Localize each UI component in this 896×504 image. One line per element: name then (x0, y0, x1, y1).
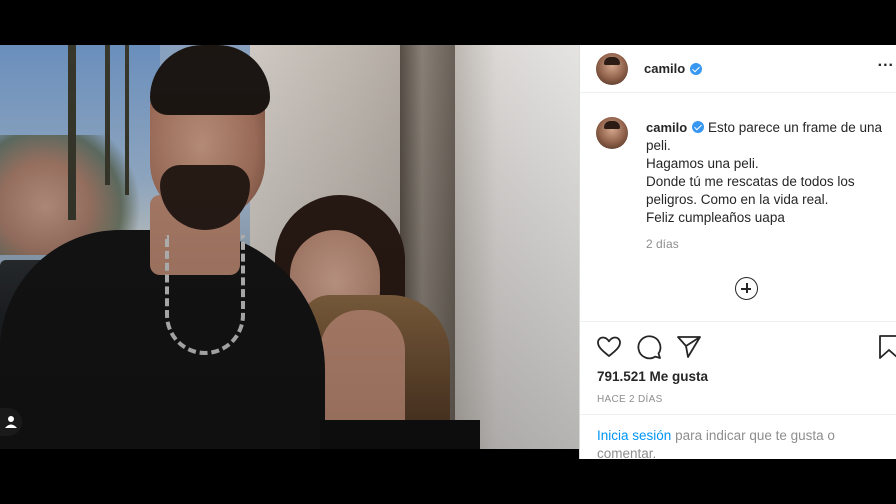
avatar[interactable] (596, 52, 628, 85)
post-photo[interactable] (0, 45, 579, 449)
post-timestamp: HACE 2 DÍAS (597, 394, 663, 405)
more-options-icon[interactable]: ... (878, 53, 894, 71)
caption-line: Hagamos una peli. (646, 156, 759, 171)
caption-text: camilo Esto parece un frame de una peli.… (646, 119, 896, 227)
bookmark-icon[interactable] (876, 334, 896, 360)
heart-icon[interactable] (596, 334, 622, 360)
caption-line: Donde tú me rescatas de todos los (646, 174, 855, 189)
post-header: camilo ... (580, 45, 896, 93)
caption-line: Feliz cumpleaños uapa (646, 210, 785, 225)
verified-icon (690, 62, 703, 75)
like-count[interactable]: 791.521 Me gusta (597, 369, 708, 384)
comment-icon[interactable] (636, 334, 662, 360)
action-icons (596, 334, 896, 362)
caption-line: peli. (646, 138, 671, 153)
letterbox-top (0, 0, 896, 45)
share-icon[interactable] (676, 334, 702, 360)
verified-icon (692, 121, 705, 133)
login-prompt: Inicia sesión para indicar que te gusta … (580, 414, 896, 463)
letterbox-bottom (0, 459, 896, 504)
caption-timestamp: 2 días (646, 237, 679, 251)
caption-line: peligros. Como en la vida real. (646, 192, 829, 207)
caption-line: Esto parece un frame de una (707, 120, 883, 135)
add-comment-icon[interactable] (735, 277, 758, 300)
action-section: 791.521 Me gusta HACE 2 DÍAS Inicia sesi… (580, 321, 896, 461)
login-link[interactable]: Inicia sesión (597, 428, 671, 443)
post-sidebar: camilo ... camilo Esto parece un frame d… (579, 45, 896, 461)
caption-username[interactable]: camilo (646, 120, 687, 135)
caption-avatar[interactable] (596, 117, 628, 149)
header-username[interactable]: camilo (644, 61, 685, 76)
